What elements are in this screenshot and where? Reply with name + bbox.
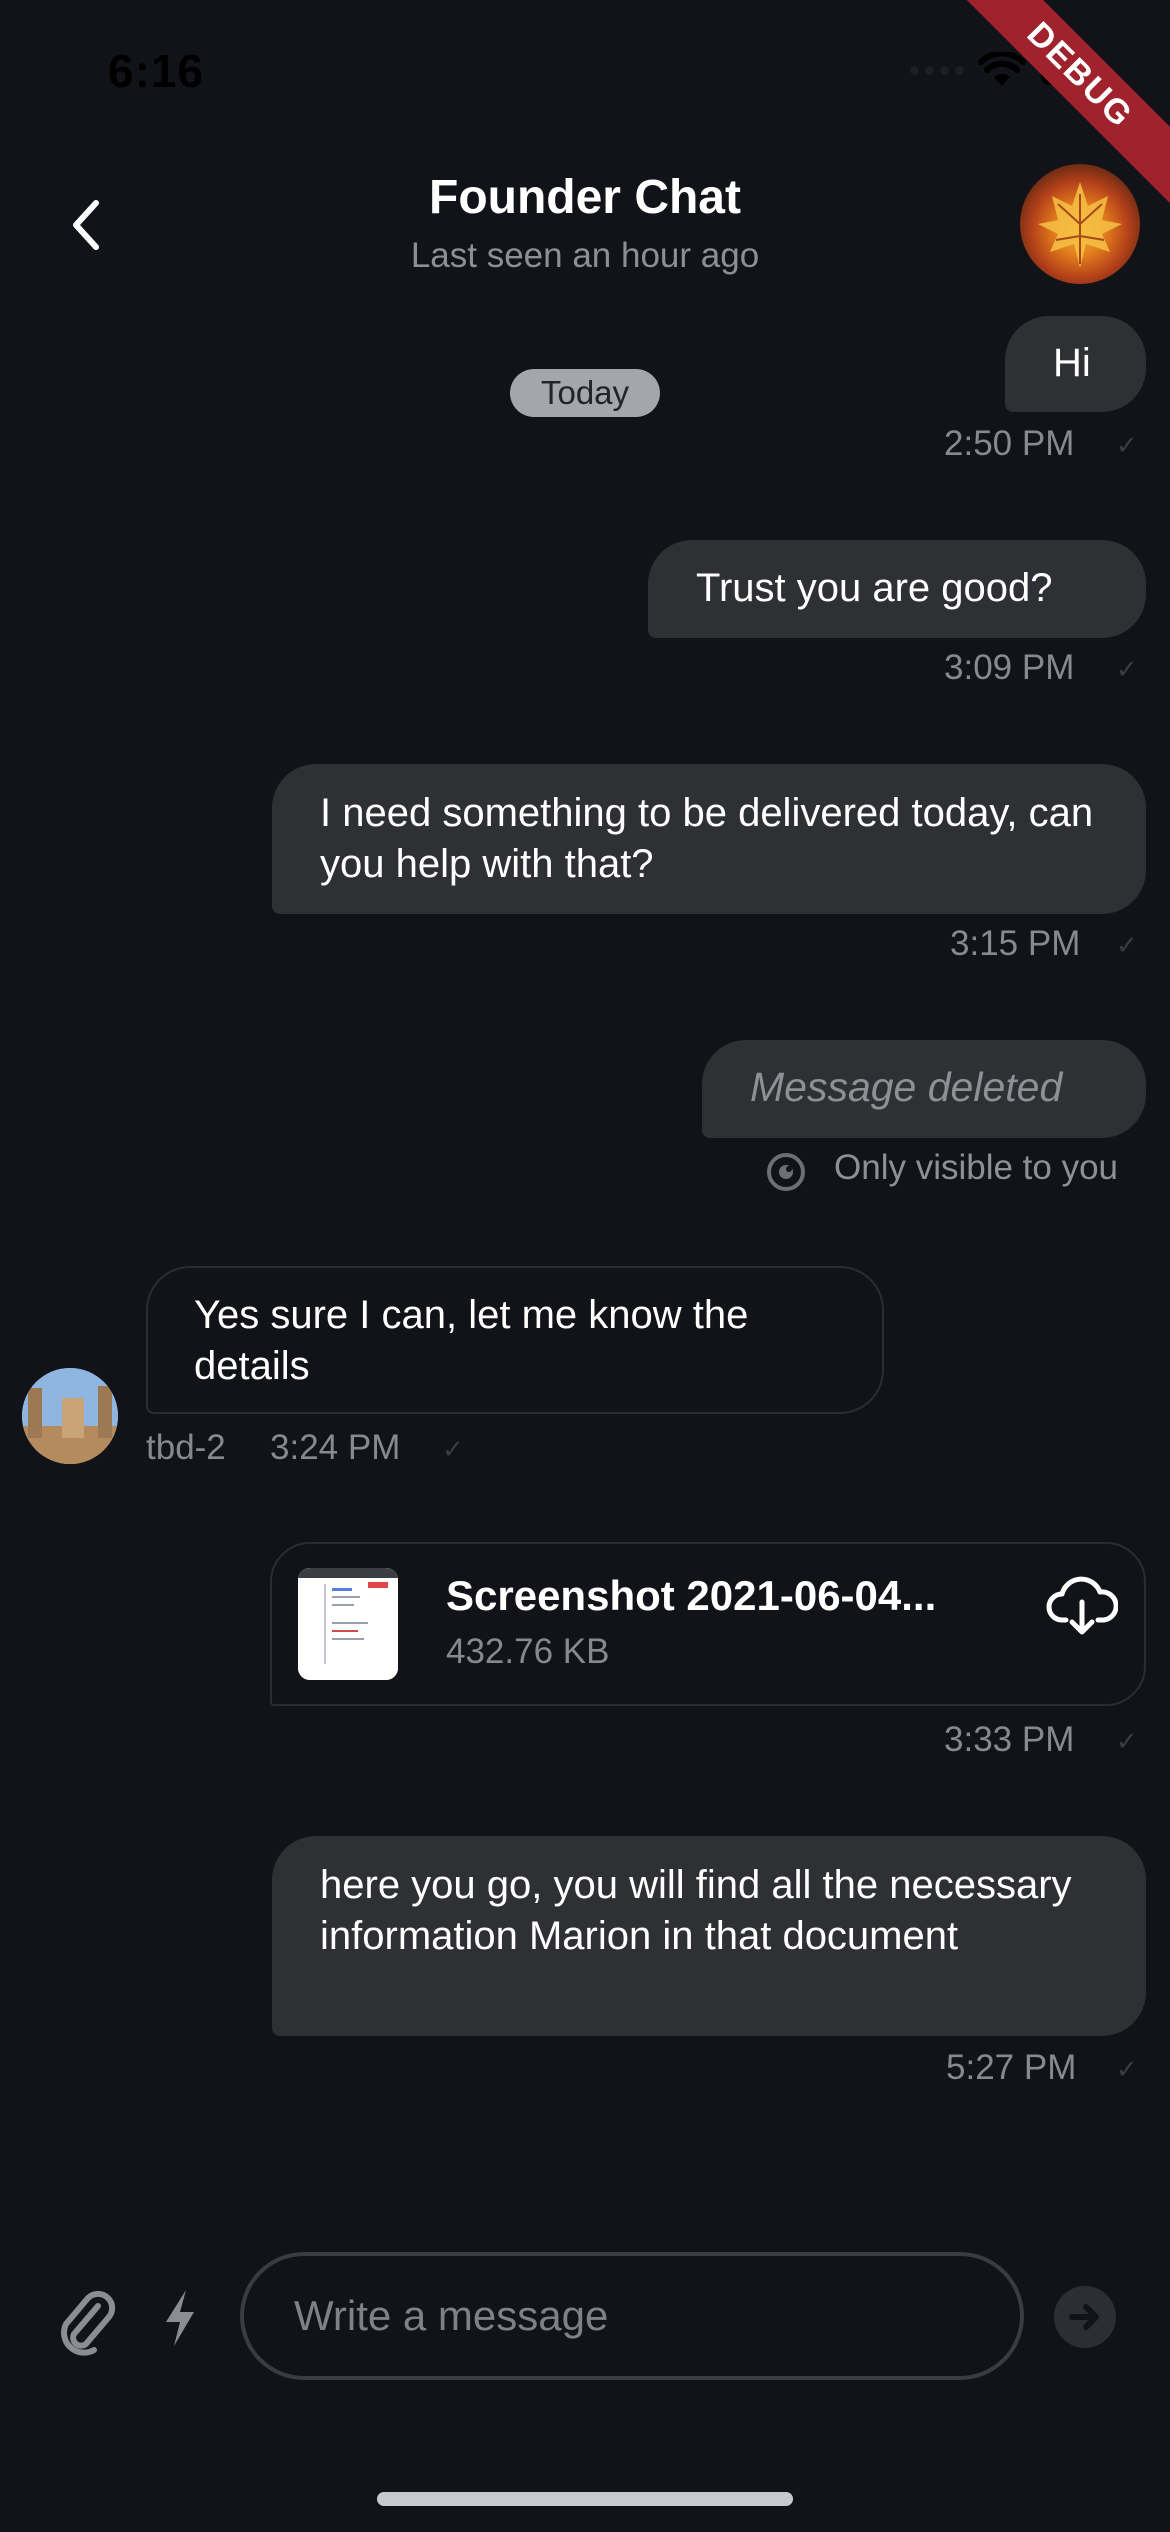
- message-bubble-incoming[interactable]: Yes sure I can, let me know the details: [146, 1266, 884, 1414]
- message-time: 2:50 PM: [944, 424, 1075, 463]
- last-seen-status: Last seen an hour ago: [410, 236, 760, 275]
- building-photo-avatar-icon: [22, 1368, 118, 1464]
- sender-name: tbd-2: [146, 1428, 226, 1467]
- check-icon: ✓: [1116, 430, 1138, 460]
- chat-title: Founder Chat: [429, 171, 741, 224]
- lightning-bolt-icon: [166, 2290, 194, 2346]
- message-time: 3:33 PM: [944, 1720, 1075, 1759]
- wifi-icon: [978, 52, 1026, 86]
- check-icon: ✓: [1116, 930, 1138, 960]
- check-icon: ✓: [1116, 654, 1138, 684]
- cloud-download-icon: [1046, 1576, 1119, 1635]
- message-bubble-outgoing[interactable]: Hi: [1005, 316, 1146, 412]
- file-attachment-card[interactable]: [270, 1542, 1146, 1706]
- download-button[interactable]: [1046, 1574, 1119, 1638]
- message-time: 3:09 PM: [944, 648, 1075, 687]
- commands-button[interactable]: [160, 2286, 200, 2350]
- message-text: Trust you are good?: [696, 566, 1053, 610]
- check-icon: ✓: [442, 1434, 464, 1464]
- sender-avatar[interactable]: [22, 1368, 118, 1464]
- file-name: Screenshot 2021-06-04...: [446, 1572, 937, 1619]
- message-time: 3:15 PM: [950, 924, 1081, 963]
- message-bubble-outgoing[interactable]: I need something to be delivered today, …: [272, 764, 1146, 914]
- eye-icon: [767, 1153, 805, 1191]
- deleted-message-text: Message deleted: [750, 1064, 1063, 1110]
- file-size: 432.76 KB: [446, 1632, 610, 1671]
- message-input[interactable]: [240, 2252, 1024, 2380]
- status-time: 6:16: [108, 45, 205, 97]
- message-time: 3:24 PM: [270, 1428, 401, 1467]
- check-icon: ✓: [1116, 2054, 1138, 2084]
- message-text: I need something to be delivered today, …: [320, 791, 1094, 886]
- message-text: here you go, you will find all the neces…: [320, 1863, 1072, 1958]
- send-button[interactable]: [1054, 2286, 1116, 2348]
- check-icon: ✓: [1116, 1726, 1138, 1756]
- message-bubble-outgoing[interactable]: here you go, you will find all the neces…: [272, 1836, 1146, 2036]
- home-indicator: [377, 2492, 793, 2506]
- maple-leaf-avatar-icon: [1038, 182, 1122, 268]
- attach-button[interactable]: [54, 2286, 118, 2356]
- message-time: 5:27 PM: [946, 2048, 1077, 2087]
- cellular-signal-icon: [910, 65, 964, 75]
- message-text: Hi: [1053, 341, 1091, 385]
- date-separator: Today: [510, 369, 660, 417]
- paperclip-icon: [61, 2290, 116, 2356]
- file-thumbnail: [298, 1568, 398, 1680]
- chat-avatar[interactable]: [1020, 164, 1140, 284]
- document-preview-icon: [298, 1568, 398, 1680]
- only-visible-note: Only visible to you: [834, 1148, 1119, 1187]
- message-text: Yes sure I can, let me know the details: [194, 1293, 749, 1388]
- deleted-message-bubble[interactable]: Message deleted: [702, 1040, 1146, 1138]
- message-bubble-outgoing[interactable]: Trust you are good?: [648, 540, 1146, 638]
- send-arrow-icon: [1069, 2304, 1099, 2330]
